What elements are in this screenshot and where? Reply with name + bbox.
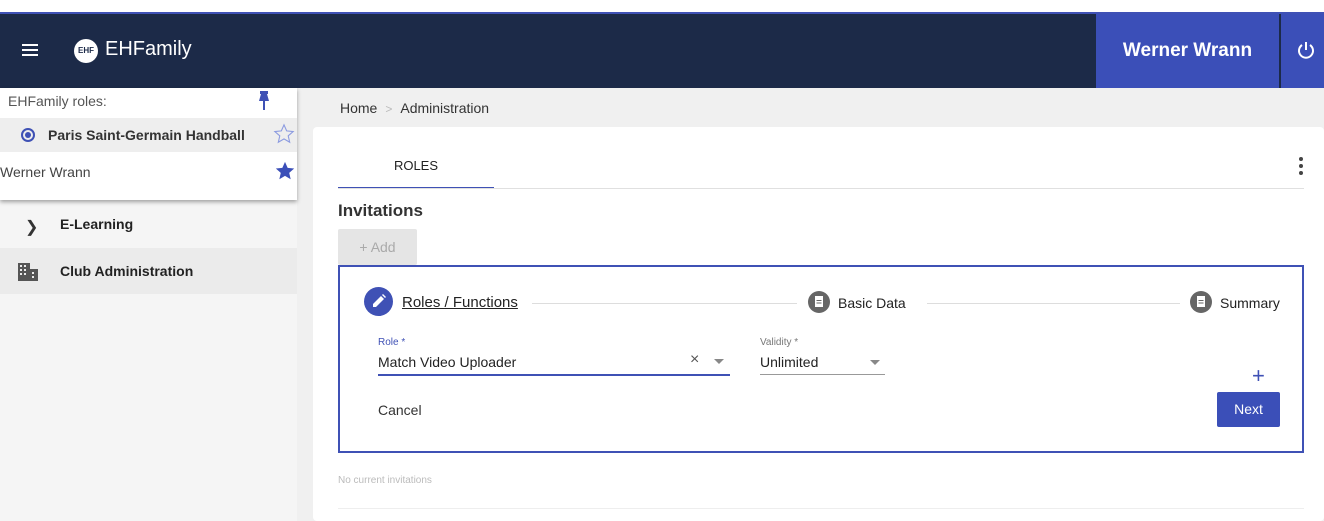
clear-icon[interactable]: × bbox=[690, 351, 699, 369]
step-connector bbox=[927, 303, 1180, 304]
star-filled-icon[interactable] bbox=[274, 160, 296, 182]
step-roles-functions[interactable]: Roles / Functions bbox=[402, 294, 518, 311]
dropdown-arrow-icon[interactable] bbox=[870, 360, 880, 365]
validity-field-underline bbox=[760, 374, 885, 375]
hamburger-menu-icon[interactable] bbox=[20, 41, 40, 61]
section-title: Invitations bbox=[338, 201, 424, 220]
more-options-icon[interactable] bbox=[1297, 157, 1305, 177]
main-card: ROLES Invitations + Add Roles / Function… bbox=[313, 127, 1324, 521]
breadcrumb-home[interactable]: Home bbox=[340, 100, 377, 116]
sidebar-item-label: Club Administration bbox=[60, 263, 194, 279]
ehf-logo-icon: EHF bbox=[74, 39, 98, 63]
role-field-underline bbox=[378, 374, 730, 376]
step-basic-data[interactable]: Basic Data bbox=[838, 295, 906, 311]
user-role-option[interactable]: Werner Wrann bbox=[0, 152, 297, 192]
sidebar: EHFamily roles: Paris Saint-Germain Hand… bbox=[0, 88, 297, 521]
user-menu-button[interactable]: Werner Wrann bbox=[1096, 14, 1279, 88]
breadcrumb-administration[interactable]: Administration bbox=[400, 100, 489, 116]
add-role-plus-icon[interactable]: + bbox=[1252, 363, 1265, 389]
document-icon bbox=[808, 291, 830, 313]
add-invitation-button[interactable]: + Add bbox=[338, 229, 417, 265]
sidebar-item-club-administration[interactable]: Club Administration bbox=[0, 248, 297, 294]
validity-value[interactable]: Unlimited bbox=[760, 354, 818, 370]
dropdown-arrow-icon[interactable] bbox=[714, 359, 724, 364]
building-icon bbox=[18, 263, 38, 281]
logout-button[interactable] bbox=[1281, 14, 1324, 88]
step-connector bbox=[532, 303, 797, 304]
next-button[interactable]: Next bbox=[1217, 392, 1280, 427]
role-field-label: Role * bbox=[378, 337, 406, 348]
roles-panel: EHFamily roles: Paris Saint-Germain Hand… bbox=[0, 88, 297, 200]
role-input-value[interactable]: Match Video Uploader bbox=[378, 354, 516, 370]
invitation-stepper: Roles / Functions Basic Data Summary Rol… bbox=[338, 265, 1304, 453]
empty-invitations-text: No current invitations bbox=[338, 475, 432, 486]
add-label: Add bbox=[370, 239, 396, 255]
role-field[interactable]: Role * Match Video Uploader × bbox=[378, 337, 730, 376]
plus-icon: + bbox=[359, 239, 368, 255]
app-header: EHF EHFamily Werner Wrann bbox=[0, 14, 1324, 88]
step-summary[interactable]: Summary bbox=[1220, 295, 1280, 311]
top-strip bbox=[0, 0, 1324, 14]
radio-selected-icon[interactable] bbox=[21, 128, 35, 142]
validity-select[interactable]: Validity * Unlimited bbox=[760, 337, 885, 375]
sidebar-item-label: E-Learning bbox=[60, 216, 134, 232]
roles-label: EHFamily roles: bbox=[8, 93, 107, 109]
tab-divider bbox=[338, 188, 1304, 189]
breadcrumb-separator: > bbox=[385, 102, 393, 116]
star-outline-icon[interactable] bbox=[273, 123, 295, 145]
document-icon bbox=[1190, 291, 1212, 313]
app-title: EHFamily bbox=[105, 38, 192, 60]
bottom-divider bbox=[338, 508, 1304, 509]
cancel-button[interactable]: Cancel bbox=[378, 402, 422, 418]
validity-field-label: Validity * bbox=[760, 337, 799, 348]
pencil-icon bbox=[364, 287, 393, 316]
power-icon bbox=[1298, 42, 1314, 59]
pin-icon[interactable] bbox=[257, 91, 271, 111]
breadcrumb: Home > Administration bbox=[340, 100, 489, 116]
chevron-right-icon: ❯ bbox=[25, 219, 39, 236]
tab-roles[interactable]: ROLES bbox=[338, 147, 494, 189]
role-name: Paris Saint-Germain Handball bbox=[48, 127, 245, 143]
role-option-selected[interactable]: Paris Saint-Germain Handball bbox=[0, 118, 297, 152]
sidebar-item-e-learning[interactable]: ❯ E-Learning bbox=[0, 201, 297, 247]
sidebar-user-name: Werner Wrann bbox=[0, 164, 91, 180]
